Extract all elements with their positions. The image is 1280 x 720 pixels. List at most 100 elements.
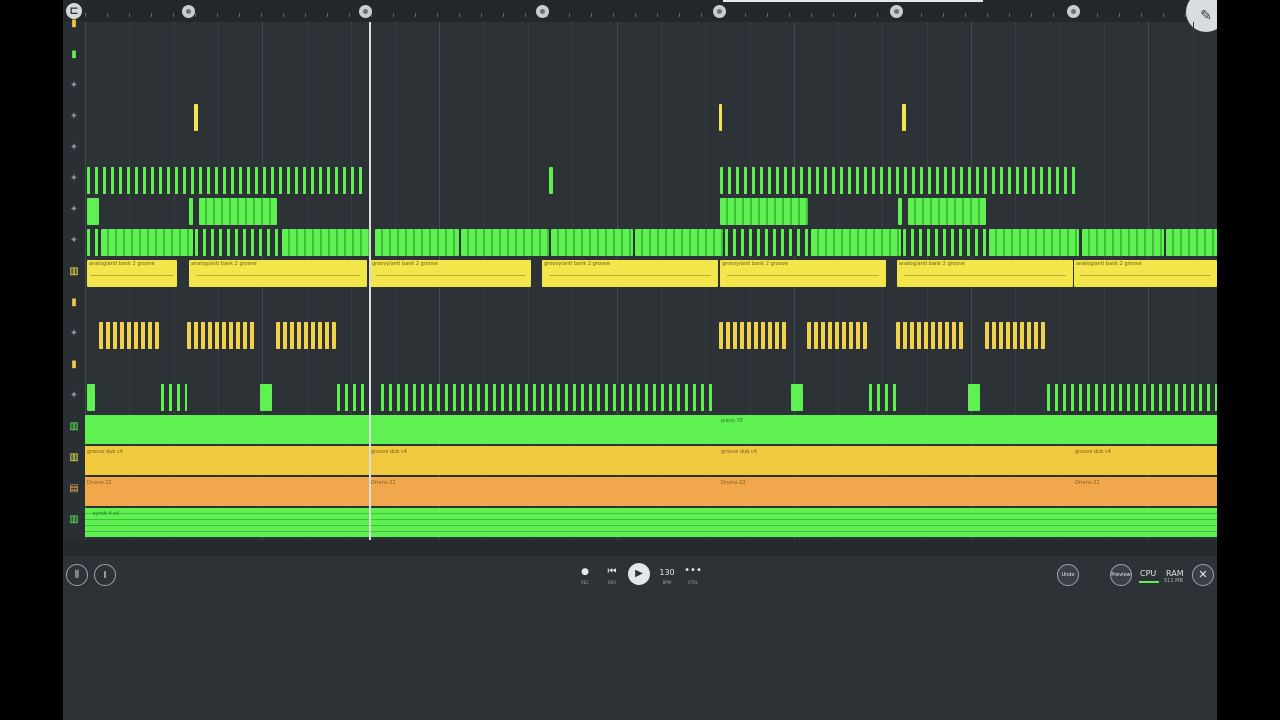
pattern-clip[interactable]: groovy/anti bank 2 groove (720, 260, 886, 287)
more-button[interactable]: ••• (683, 566, 703, 576)
close-button[interactable]: ✕ (1192, 564, 1214, 586)
audio-clip[interactable] (791, 384, 803, 411)
piano-track-icon[interactable]: ▥ (63, 504, 85, 535)
pattern-clip[interactable]: groovy/anti bank 2 groove (370, 260, 531, 287)
audio-clip[interactable] (1047, 384, 1217, 411)
audio-clip[interactable] (1082, 229, 1164, 256)
bar-marker[interactable] (182, 5, 195, 18)
audio-clip[interactable] (337, 384, 369, 411)
audio-clip[interactable] (87, 198, 99, 225)
audio-clip[interactable] (903, 229, 987, 256)
drum-track-icon[interactable]: ▤ (63, 473, 85, 504)
audio-clip[interactable] (189, 198, 193, 225)
audio-clip[interactable] (87, 167, 367, 194)
clip-label: groove dub c4 (721, 449, 757, 455)
ruler-tick (1163, 13, 1164, 17)
audio-track-icon[interactable]: ✦ (63, 132, 85, 163)
audio-track-icon[interactable]: ✦ (63, 101, 85, 132)
audio-clip[interactable] (719, 104, 722, 131)
pattern-clip[interactable]: groovy/anti bank 2 groove (542, 260, 718, 287)
audio-clip[interactable] (898, 198, 902, 225)
ram-label: RAM (1166, 569, 1184, 578)
audio-clip[interactable] (381, 384, 715, 411)
channel-rack-button[interactable]: ⫾ (94, 564, 116, 586)
ruler-tick (767, 13, 768, 17)
audio-clip[interactable] (989, 229, 1079, 256)
audio-clip[interactable] (719, 322, 789, 349)
pattern-clip-row[interactable]: groove dub c4 groove dub c4 groove dub c… (85, 446, 1217, 475)
record-button[interactable]: ● (575, 567, 595, 577)
ruler-tick (1009, 13, 1010, 17)
ruler-tick (569, 13, 570, 17)
audio-track-icon[interactable]: ✦ (63, 163, 85, 194)
undo-button[interactable]: Undo (1057, 564, 1079, 586)
audio-clip[interactable] (869, 384, 897, 411)
timeline-ruler[interactable]: ⊏ ✎ (63, 0, 1217, 32)
playlist-grid[interactable]: analog/anti bank 2 groove analog/anti ba… (85, 22, 1217, 540)
ruler-tick (437, 13, 438, 17)
audio-track-icon[interactable]: ✦ (63, 380, 85, 411)
bar-marker[interactable] (536, 5, 549, 18)
pattern-clip-row[interactable]: Drums 22 Drums 22 Drums 22 Drums 22 (85, 477, 1217, 506)
audio-clip[interactable] (908, 198, 986, 225)
level-track-icon[interactable]: ▮ (63, 8, 85, 39)
audio-clip[interactable] (551, 229, 633, 256)
audio-clip[interactable] (807, 322, 867, 349)
clip-label: analog/anti bank 2 groove (1076, 261, 1142, 267)
audio-clip[interactable] (902, 104, 906, 131)
pattern-clip[interactable]: analog/anti bank 2 groove (897, 260, 1073, 287)
tempo-value[interactable]: 130 (657, 568, 677, 577)
audio-clip[interactable] (896, 322, 966, 349)
audio-clip[interactable] (260, 384, 272, 411)
audio-clip[interactable] (968, 384, 980, 411)
audio-track-icon[interactable]: ✦ (63, 318, 85, 349)
audio-clip[interactable] (194, 104, 198, 131)
audio-clip[interactable] (99, 322, 159, 349)
audio-clip[interactable] (199, 198, 277, 225)
audio-clip[interactable] (461, 229, 549, 256)
audio-track-icon[interactable]: ✦ (63, 194, 85, 225)
rewind-button[interactable]: ⏮ (602, 566, 622, 577)
audio-clip[interactable] (811, 229, 901, 256)
audio-clip[interactable] (101, 229, 193, 256)
audio-clip[interactable] (1166, 229, 1217, 256)
preview-button[interactable]: Preview (1110, 564, 1132, 586)
piano-track-icon[interactable]: ▥ (63, 442, 85, 473)
piano-track-icon[interactable]: ▥ (63, 256, 85, 287)
audio-clip[interactable] (725, 229, 809, 256)
play-button[interactable]: ▶ (628, 563, 650, 585)
audio-clip[interactable] (87, 229, 99, 256)
pattern-clip-row[interactable]: synth 4 c4 (85, 508, 1217, 537)
pattern-clip[interactable]: analog/anti bank 2 groove (87, 260, 177, 287)
audio-clip[interactable] (985, 322, 1045, 349)
audio-clip[interactable] (635, 229, 723, 256)
ruler-tick (261, 13, 262, 17)
pattern-clip[interactable]: analog/anti bank 2 groove (189, 260, 367, 287)
audio-clip[interactable] (720, 198, 808, 225)
audio-clip[interactable] (549, 167, 553, 194)
audio-clip[interactable] (720, 167, 1077, 194)
ruler-tick (1031, 13, 1032, 17)
loop-region[interactable] (723, 0, 983, 2)
pattern-clip-row[interactable]: piano 78 (85, 415, 1217, 444)
level-track-icon[interactable]: ▮ (63, 287, 85, 318)
mixer-button[interactable]: ⫼ (66, 564, 88, 586)
audio-clip[interactable] (195, 229, 281, 256)
audio-track-icon[interactable]: ✦ (63, 70, 85, 101)
audio-clip[interactable] (375, 229, 459, 256)
audio-clip[interactable] (161, 384, 187, 411)
piano-track-icon[interactable]: ▥ (63, 411, 85, 442)
audio-track-icon[interactable]: ✦ (63, 225, 85, 256)
bar-marker[interactable] (1067, 5, 1080, 18)
bar-marker[interactable] (890, 5, 903, 18)
pattern-clip[interactable]: analog/anti bank 2 groove (1074, 260, 1217, 287)
bar-marker[interactable] (713, 5, 726, 18)
audio-clip[interactable] (282, 229, 370, 256)
level-track-icon[interactable]: ▮ (63, 349, 85, 380)
playhead[interactable] (369, 22, 371, 540)
bar-marker[interactable] (359, 5, 372, 18)
audio-clip[interactable] (87, 384, 95, 411)
audio-clip[interactable] (187, 322, 257, 349)
level-track-icon[interactable]: ▮ (63, 39, 85, 70)
audio-clip[interactable] (276, 322, 336, 349)
